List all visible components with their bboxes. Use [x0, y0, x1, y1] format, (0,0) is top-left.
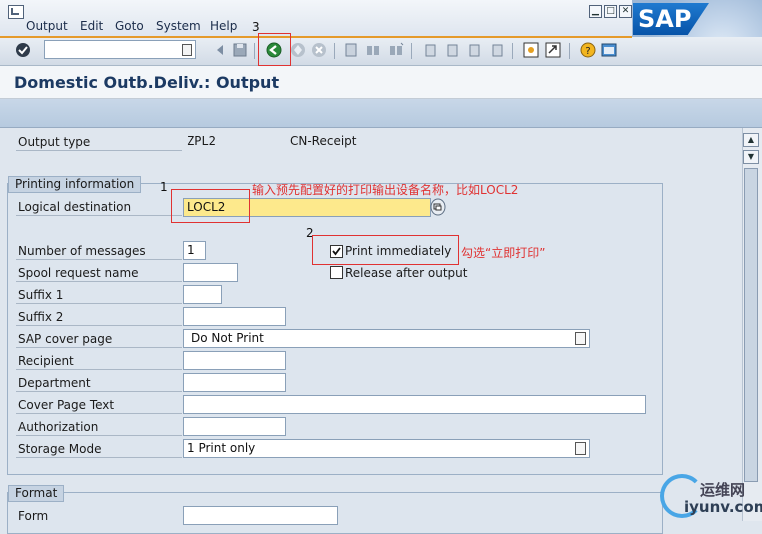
cancel-icon[interactable]	[311, 42, 327, 58]
minimize-button[interactable]: ▁	[589, 5, 602, 18]
step-1-number: 1	[160, 180, 168, 194]
authorization-input[interactable]	[183, 417, 286, 436]
exit-icon[interactable]	[290, 42, 306, 58]
page-title: Domestic Outb.Deliv.: Output	[14, 73, 280, 92]
watermark-url: iyunv.com	[684, 498, 762, 516]
step-1-highlight	[171, 189, 250, 223]
menu-help[interactable]: Help	[210, 19, 237, 33]
suffix1-input[interactable]	[183, 285, 222, 304]
application-toolbar	[0, 99, 762, 128]
system-menu-icon[interactable]	[8, 5, 24, 19]
suffix1-label: Suffix 1	[18, 288, 64, 302]
close-window-button[interactable]: ✕	[619, 5, 632, 18]
authorization-label: Authorization	[18, 420, 99, 434]
help-icon[interactable]: ?	[580, 42, 596, 58]
suffix2-label: Suffix 2	[18, 310, 64, 324]
form-input[interactable]	[183, 506, 338, 525]
printing-information-title: Printing information	[8, 176, 142, 193]
save-icon[interactable]	[232, 42, 248, 58]
menu-output[interactable]: Output	[26, 19, 68, 33]
sap-cover-page-select[interactable]: Do Not Print	[183, 329, 590, 348]
menu-system[interactable]: System	[156, 19, 201, 33]
first-page-icon[interactable]	[422, 42, 438, 58]
release-after-output-label: Release after output	[345, 266, 468, 280]
spool-request-name-label: Spool request name	[18, 266, 139, 280]
dropdown-icon[interactable]	[575, 332, 586, 345]
step-1-note: 输入预先配置好的打印输出设备名称，比如LOCL2	[252, 183, 519, 197]
number-of-messages-input[interactable]: 1	[183, 241, 206, 260]
suffix2-input[interactable]	[183, 307, 286, 326]
recipient-label: Recipient	[18, 354, 74, 368]
menu-goto[interactable]: Goto	[115, 19, 144, 33]
storage-mode-label: Storage Mode	[18, 442, 102, 456]
step-3-number: 3	[252, 20, 260, 34]
next-page-icon[interactable]	[466, 42, 482, 58]
release-after-output-checkbox[interactable]	[330, 266, 343, 279]
cover-page-text-input[interactable]	[183, 395, 646, 414]
sap-cover-page-value: Do Not Print	[191, 331, 264, 345]
customize-layout-icon[interactable]	[601, 42, 617, 58]
maximize-button[interactable]: □	[604, 5, 617, 18]
menu-edit[interactable]: Edit	[80, 19, 103, 33]
department-label: Department	[18, 376, 91, 390]
watermark-text: 运维网	[700, 481, 746, 499]
find-icon[interactable]	[365, 42, 381, 58]
number-of-messages-label: Number of messages	[18, 244, 146, 258]
value-help-icon[interactable]	[430, 198, 446, 216]
output-type-label: Output type	[18, 135, 91, 149]
command-history-icon[interactable]	[212, 42, 228, 58]
command-field[interactable]	[44, 40, 196, 59]
svg-text:?: ?	[585, 46, 590, 57]
shortcut-icon[interactable]	[545, 42, 561, 58]
step-2-note: 勾选“立即打印”	[461, 246, 546, 260]
sap-logo-text: SAP	[638, 5, 692, 33]
output-type-value: ZPL2	[187, 134, 216, 148]
print-icon[interactable]	[343, 42, 359, 58]
cover-page-text-label: Cover Page Text	[18, 398, 115, 412]
previous-page-icon[interactable]	[444, 42, 460, 58]
toolbar-accent-line	[0, 36, 632, 38]
enter-icon[interactable]	[15, 42, 31, 58]
department-input[interactable]	[183, 373, 286, 392]
create-session-icon[interactable]	[523, 42, 539, 58]
storage-mode-value: 1 Print only	[187, 441, 256, 455]
format-title: Format	[8, 485, 65, 502]
last-page-icon[interactable]	[489, 42, 505, 58]
scrollbar-thumb[interactable]	[744, 168, 758, 482]
spool-request-name-input[interactable]	[183, 263, 238, 282]
sap-cover-page-label: SAP cover page	[18, 332, 113, 346]
scroll-down-button[interactable]: ▼	[743, 150, 759, 164]
storage-mode-select[interactable]: 1 Print only	[183, 439, 590, 458]
output-type-description: CN-Receipt	[290, 134, 357, 148]
dropdown-icon[interactable]	[575, 442, 586, 455]
scroll-up-button[interactable]: ▲	[743, 133, 759, 147]
logical-destination-label: Logical destination	[18, 200, 132, 214]
recipient-input[interactable]	[183, 351, 286, 370]
step-2-highlight	[312, 235, 459, 265]
step-3-highlight	[258, 33, 291, 66]
find-next-icon[interactable]	[388, 42, 404, 58]
